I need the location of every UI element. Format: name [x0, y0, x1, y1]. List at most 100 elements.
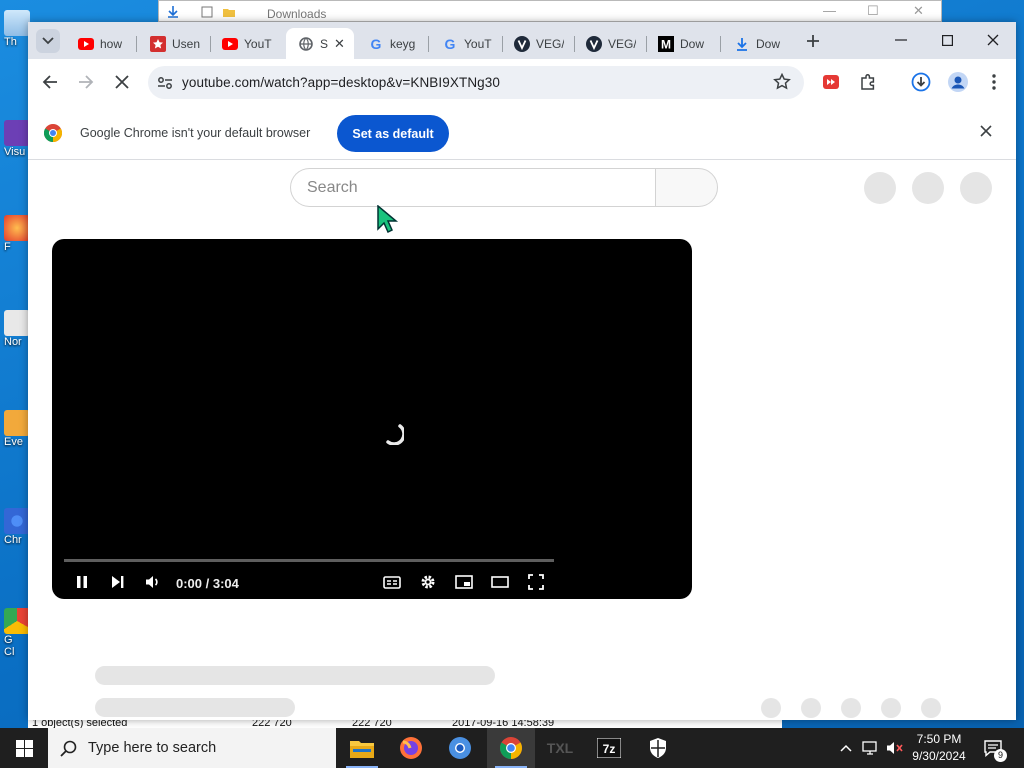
gear-icon	[421, 575, 435, 589]
tab-search-button[interactable]	[36, 29, 60, 53]
title-placeholder	[95, 666, 495, 685]
taskbar-app-firefox[interactable]	[387, 728, 435, 768]
pause-button[interactable]	[72, 573, 92, 591]
kebab-menu-icon	[992, 74, 996, 90]
bookmark-star-button[interactable]	[771, 71, 793, 93]
explorer-maximize[interactable]: ☐	[867, 3, 879, 19]
taskbar-app-file-explorer[interactable]	[338, 728, 386, 768]
desktop-icon-chrome[interactable]: G Cl	[0, 608, 30, 658]
desktop-icon-recycle[interactable]: Th	[0, 10, 30, 48]
notepad-icon	[4, 310, 30, 336]
tab-vegas-2[interactable]: VEG/	[574, 28, 646, 59]
chrome-desktop-icon	[4, 608, 30, 634]
tab-active[interactable]: S ✕	[286, 28, 354, 59]
taskbar-clock[interactable]: 7:50 PM 9/30/2024	[906, 731, 972, 765]
vegas-icon	[514, 35, 530, 52]
tab-vegas-1[interactable]: VEG/	[502, 28, 574, 59]
captions-button[interactable]	[382, 573, 402, 591]
maximize-button[interactable]	[932, 28, 962, 52]
progress-bar[interactable]	[64, 559, 554, 562]
explorer-window-background[interactable]: Downloads — ☐ ✕	[158, 0, 942, 22]
close-tab-icon[interactable]: ✕	[334, 36, 345, 52]
placeholder-button[interactable]	[912, 172, 944, 204]
theater-mode-button[interactable]	[490, 573, 510, 591]
taskbar-app-7zip[interactable]: 7z	[585, 728, 633, 768]
tab-strip: how Usen YouT S ✕ G keyg G YouT VEG/ VEG…	[28, 22, 1016, 59]
menu-button[interactable]	[983, 71, 1005, 93]
taskbar: Type here to search TXL 7z 7:50 PM 9/30/…	[0, 728, 1024, 768]
notification-center-button[interactable]: 9	[980, 728, 1007, 768]
video-player[interactable]: 0:00 / 3:04	[52, 239, 692, 599]
desktop-icon-label: Eve	[4, 436, 23, 448]
desktop-icon-label: Chr	[4, 534, 22, 546]
volume-button[interactable]	[143, 573, 163, 591]
plus-icon	[807, 35, 819, 47]
taskbar-app-security[interactable]	[634, 728, 682, 768]
avatar-placeholder[interactable]	[960, 172, 992, 204]
explorer-close[interactable]: ✕	[913, 3, 924, 19]
fullscreen-button[interactable]	[526, 573, 546, 591]
explorer-minimize[interactable]: —	[823, 3, 836, 18]
tray-volume[interactable]	[884, 728, 906, 768]
arrow-left-icon	[42, 75, 57, 89]
tab-download[interactable]: Dow	[722, 28, 794, 59]
txt-icon: TXL	[547, 740, 574, 756]
placeholder-button[interactable]	[864, 172, 896, 204]
taskbar-app-txt[interactable]: TXL	[536, 728, 584, 768]
video-extension-icon	[823, 75, 839, 89]
infobar-close-button[interactable]	[980, 124, 992, 142]
extension-video-button[interactable]	[820, 71, 842, 93]
address-bar[interactable]: youtube.com/watch?app=desktop&v=KNBI9XTN…	[148, 66, 804, 99]
youtube-icon	[222, 36, 238, 52]
new-tab-button[interactable]	[802, 30, 824, 52]
svg-text:TXL: TXL	[547, 740, 574, 756]
fullscreen-icon	[528, 574, 544, 590]
desktop-icon-visual[interactable]: Visu	[0, 120, 30, 158]
site-info-icon[interactable]	[148, 76, 182, 90]
tab-usenet[interactable]: Usen	[138, 28, 210, 59]
taskbar-app-chrome[interactable]	[487, 728, 535, 768]
theater-mode-icon	[491, 576, 509, 588]
next-button[interactable]	[108, 573, 128, 591]
tray-network[interactable]	[860, 728, 882, 768]
volume-icon	[146, 576, 158, 588]
back-button[interactable]	[39, 71, 61, 93]
youtube-search-button[interactable]	[655, 168, 718, 207]
desktop-icon-firefox[interactable]: F	[0, 215, 30, 253]
medium-icon: M	[658, 35, 674, 52]
extensions-button[interactable]	[857, 71, 879, 93]
maximize-icon	[941, 34, 953, 46]
taskbar-search-box[interactable]: Type here to search	[48, 728, 336, 768]
set-as-default-button[interactable]: Set as default	[337, 115, 449, 152]
desktop-icon-chromium[interactable]: Chr	[0, 508, 30, 546]
settings-button[interactable]	[418, 573, 438, 591]
tab-google-keygen[interactable]: G keyg	[356, 28, 428, 59]
tab-google-youtube[interactable]: G YouT	[430, 28, 502, 59]
downloads-button[interactable]	[910, 71, 932, 93]
file-explorer-icon	[350, 741, 374, 758]
google-icon: G	[370, 35, 382, 52]
forward-button[interactable]	[75, 71, 97, 93]
tab-title: Dow	[680, 36, 705, 51]
tab-youtube-2[interactable]: YouT	[210, 28, 284, 59]
stop-loading-button[interactable]	[111, 71, 133, 93]
tray-overflow-button[interactable]	[836, 728, 856, 768]
youtube-icon	[78, 36, 94, 52]
chrome-window: how Usen YouT S ✕ G keyg G YouT VEG/ VEG…	[28, 22, 1016, 720]
time-display: 0:00 / 3:04	[176, 576, 239, 591]
profile-button[interactable]	[947, 71, 969, 93]
minimize-button[interactable]	[886, 28, 916, 52]
desktop-icon-notepad[interactable]: Nor	[0, 310, 30, 348]
tab-youtube-how[interactable]: how	[66, 28, 136, 59]
desktop-icon-everything[interactable]: Eve	[0, 410, 30, 448]
taskbar-app-chromium[interactable]	[436, 728, 484, 768]
globe-loading-icon	[298, 36, 314, 52]
search-icon	[48, 740, 88, 757]
close-window-button[interactable]	[978, 28, 1008, 52]
windows-logo-icon	[15, 739, 33, 757]
start-button[interactable]	[0, 728, 48, 768]
miniplayer-button[interactable]	[454, 573, 474, 591]
action-placeholder	[921, 698, 941, 718]
tab-medium-download[interactable]: M Dow	[646, 28, 720, 59]
youtube-search-input[interactable]: Search	[290, 168, 656, 207]
